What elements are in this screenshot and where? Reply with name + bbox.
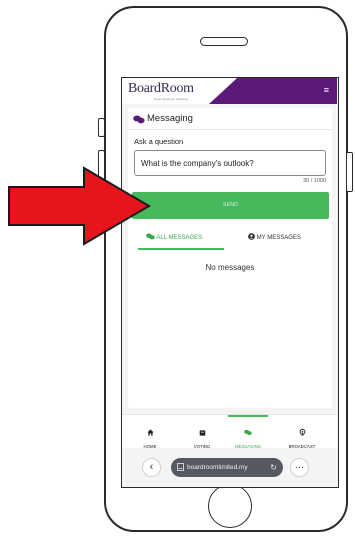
chat-bubbles-icon: [133, 115, 145, 124]
active-tab-indicator: [138, 248, 224, 250]
brand-tagline: Smart Business Solutions: [154, 97, 189, 101]
url-bar[interactable]: boardroomlimited.my ↻: [171, 458, 283, 477]
url-text: boardroomlimited.my: [187, 464, 248, 471]
right-arrow-icon: [8, 166, 151, 246]
nav-broadcast[interactable]: BROADCAST: [282, 423, 322, 449]
send-button[interactable]: SEND: [132, 192, 329, 219]
ballot-box-icon: [199, 430, 205, 436]
browser-toolbar: ‹ boardroomlimited.my ↻ …: [122, 448, 337, 486]
header-brand-band: [209, 78, 337, 104]
card-title: Messaging: [147, 113, 193, 124]
tabs-icon: [177, 463, 184, 471]
phone-power-button: [346, 152, 353, 192]
hamburger-menu-icon[interactable]: ≡: [324, 86, 329, 95]
nav-home[interactable]: HOME: [130, 423, 170, 449]
phone-speaker: [200, 37, 248, 46]
app-header: BoardRoom Smart Business Solutions ≡: [122, 78, 337, 104]
chevron-left-icon[interactable]: ‹: [142, 458, 161, 477]
broadcast-icon: [299, 428, 305, 436]
nav-active-indicator: [228, 415, 268, 417]
card-header: Messaging: [128, 108, 332, 130]
ellipsis-icon[interactable]: …: [290, 458, 309, 477]
brand-logo[interactable]: BoardRoom: [128, 81, 194, 97]
empty-messages-text: No messages: [205, 263, 255, 272]
question-label: Ask a question: [134, 137, 184, 146]
phone-home-button[interactable]: [208, 484, 252, 528]
user-circle-icon: [248, 233, 255, 240]
chat-bubbles-icon: [244, 429, 252, 436]
phone-mute-switch: [98, 118, 105, 137]
messaging-card: Messaging Ask a question What is the com…: [128, 108, 332, 408]
tab-my-messages[interactable]: MY MESSAGES: [240, 233, 328, 247]
question-input[interactable]: What is the company's outlook?: [134, 150, 326, 176]
bottom-navigation: HOME VOTING MESSAGING BROADCAST: [122, 414, 337, 449]
tab-my-messages-label: MY MESSAGES: [256, 235, 301, 241]
home-icon: [146, 429, 154, 436]
reload-icon[interactable]: ↻: [270, 458, 277, 477]
tab-all-messages-label: ALL MESSAGES: [156, 235, 203, 241]
nav-messaging[interactable]: MESSAGING: [228, 423, 268, 449]
phone-screen: BoardRoom Smart Business Solutions ≡ Mes…: [121, 77, 339, 488]
character-counter: 30 / 1000: [303, 178, 326, 184]
nav-voting[interactable]: VOTING: [182, 423, 222, 449]
